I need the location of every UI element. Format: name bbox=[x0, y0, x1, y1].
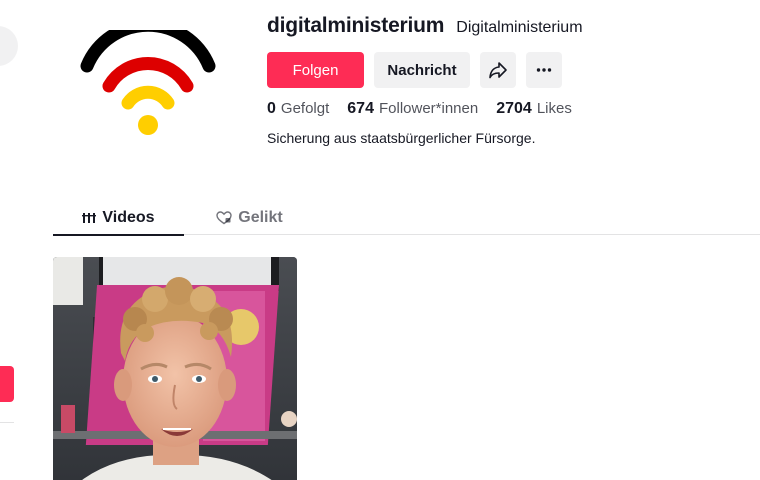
profile-stats: 0 Gefolgt 674 Follower*innen 2704 Likes bbox=[267, 100, 747, 118]
profile-actions: Folgen Nachricht bbox=[267, 52, 747, 88]
more-dots-icon bbox=[536, 68, 552, 72]
sidebar-edge-login-button[interactable] bbox=[0, 366, 14, 402]
video-thumbnail[interactable] bbox=[53, 257, 297, 480]
video-thumbnail-image bbox=[53, 257, 297, 480]
tab-videos[interactable]: Videos bbox=[53, 200, 184, 236]
stat-followers[interactable]: 674 Follower*innen bbox=[347, 100, 478, 118]
profile-nickname: Digitalministerium bbox=[456, 19, 583, 36]
tab-videos-label: Videos bbox=[102, 208, 155, 226]
more-button[interactable] bbox=[526, 52, 562, 88]
message-button[interactable]: Nachricht bbox=[374, 52, 470, 88]
stat-following-count: 0 bbox=[267, 100, 276, 117]
wifi-flag-icon bbox=[80, 18, 216, 135]
profile-tabs: Videos Gelikt bbox=[53, 200, 760, 236]
tab-liked[interactable]: Gelikt bbox=[184, 200, 315, 235]
grid-lines-icon bbox=[82, 212, 97, 223]
profile-avatar bbox=[80, 18, 216, 142]
profile-username: digitalministerium bbox=[267, 14, 445, 37]
stat-following[interactable]: 0 Gefolgt bbox=[267, 100, 329, 118]
share-arrow-icon bbox=[489, 62, 507, 79]
stat-likes-label: Likes bbox=[536, 100, 572, 117]
heart-lock-icon bbox=[216, 210, 232, 224]
stat-followers-count: 674 bbox=[347, 100, 374, 117]
stat-followers-label: Follower*innen bbox=[378, 100, 479, 117]
share-button[interactable] bbox=[480, 52, 516, 88]
tab-liked-label: Gelikt bbox=[238, 208, 283, 226]
follow-button[interactable]: Folgen bbox=[267, 52, 364, 88]
profile-info: digitalministerium Digitalministerium Fo… bbox=[267, 14, 747, 146]
stat-likes: 2704 Likes bbox=[496, 100, 572, 118]
profile-bio: Sicherung aus staatsbürgerlicher Fürsorg… bbox=[267, 130, 536, 146]
sidebar-edge-divider bbox=[0, 422, 14, 423]
profile-title-row: digitalministerium Digitalministerium bbox=[267, 14, 747, 44]
sidebar-edge-avatar[interactable] bbox=[0, 26, 18, 66]
stat-following-label: Gefolgt bbox=[280, 100, 330, 117]
stat-likes-count: 2704 bbox=[496, 100, 532, 117]
